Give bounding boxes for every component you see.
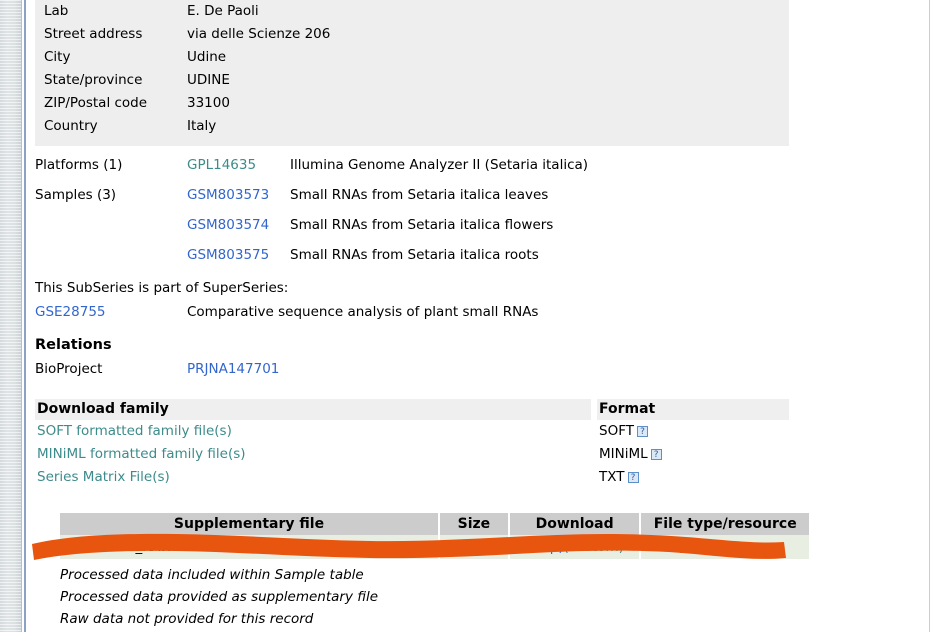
download-family-row-series-matrix: Series Matrix File(s) TXT? (35, 466, 789, 489)
relations-value-cell-bioproject: PRJNA147701 (187, 357, 279, 381)
superseries-link-gse28755[interactable]: GSE28755 (35, 304, 106, 320)
geo-series-page: Lab E. De Paoli Street address via delle… (26, 0, 929, 632)
superseries-title: Comparative sequence analysis of plant s… (187, 304, 538, 320)
superseries-intro: This SubSeries is part of SuperSeries: (35, 276, 915, 300)
download-family-section: Download family Format SOFT formatted fa… (35, 399, 789, 489)
content-right-rule (929, 0, 930, 632)
supplementary-file-type: TAR (of TXT) (641, 535, 809, 559)
sample-title-2: Small RNAs from Setaria italica flowers (290, 210, 553, 240)
sample-link-gsm803574[interactable]: GSM803574 (187, 217, 269, 233)
contact-row-street-address: Street address via delle Scienze 206 (35, 23, 789, 46)
download-family-name-cell-series-matrix: Series Matrix File(s) (35, 466, 591, 489)
download-family-name-cell-soft: SOFT formatted family file(s) (35, 420, 591, 443)
contact-row-state-province: State/province UDINE (35, 69, 789, 92)
download-family-format-header: Format (597, 399, 789, 420)
supplementary-file-size: 35.3 Mb (440, 535, 508, 559)
supplementary-file-table: Supplementary file Size Download File ty… (60, 513, 809, 559)
platform-link-gpl14635[interactable]: GPL14635 (187, 157, 256, 173)
download-family-format-cell-series-matrix: TXT? (597, 466, 789, 489)
contact-value-zip-postal-code: 33100 (187, 92, 230, 115)
samples-label-spacer-2 (35, 210, 187, 240)
column-header-supplementary-file: Supplementary file (60, 513, 438, 535)
column-header-size: Size (440, 513, 508, 535)
platforms-row: Platforms (1) GPL14635 Illumina Genome A… (35, 150, 915, 180)
samples-row-3: GSM803575 Small RNAs from Setaria italic… (35, 240, 915, 270)
browser-scroll-gutter[interactable] (0, 0, 22, 632)
contact-label-country: Country (35, 115, 187, 138)
platforms-label: Platforms (1) (35, 150, 187, 180)
sample-accession-cell-2: GSM803574 (187, 210, 290, 240)
platforms-and-samples: Platforms (1) GPL14635 Illumina Genome A… (35, 150, 915, 270)
contact-row-country: Country Italy (35, 115, 789, 138)
download-family-format-series-matrix: TXT (599, 469, 625, 485)
contact-value-state-province: UDINE (187, 69, 230, 92)
contact-row-city: City Udine (35, 46, 789, 69)
superseries-section: This SubSeries is part of SuperSeries: G… (35, 276, 915, 324)
contact-label-zip-postal-code: ZIP/Postal code (35, 92, 187, 115)
download-family-row-miniml: MINiML formatted family file(s) MINiML? (35, 443, 789, 466)
help-icon-series-matrix[interactable]: ? (628, 472, 639, 483)
download-link-custom[interactable]: (custom) (564, 539, 624, 555)
download-family-name-cell-miniml: MINiML formatted family file(s) (35, 443, 591, 466)
superseries-accession-cell: GSE28755 (35, 300, 187, 324)
contact-info-panel: Lab E. De Paoli Street address via delle… (35, 0, 789, 146)
supplementary-table-header: Supplementary file Size Download File ty… (60, 513, 809, 535)
sample-link-gsm803575[interactable]: GSM803575 (187, 247, 269, 263)
superseries-entry: GSE28755 Comparative sequence analysis of… (35, 300, 915, 324)
download-link-series-matrix[interactable]: Series Matrix File(s) (37, 469, 170, 485)
relations-label-bioproject: BioProject (35, 357, 187, 381)
gutter-texture (0, 0, 21, 632)
note-processed-in-sample-table: Processed data included within Sample ta… (60, 564, 860, 586)
data-availability-notes: Processed data included within Sample ta… (60, 564, 860, 630)
contact-value-city: Udine (187, 46, 226, 69)
column-header-download: Download (510, 513, 640, 535)
samples-row-2: GSM803574 Small RNAs from Setaria italic… (35, 210, 915, 240)
samples-row-1: Samples (3) GSM803573 Small RNAs from Se… (35, 180, 915, 210)
note-processed-supplementary-file: Processed data provided as supplementary… (60, 586, 860, 608)
samples-label-spacer-3 (35, 240, 187, 270)
sample-title-1: Small RNAs from Setaria italica leaves (290, 180, 548, 210)
contact-label-lab: Lab (35, 0, 187, 23)
sample-title-3: Small RNAs from Setaria italica roots (290, 240, 539, 270)
contact-row-zip-postal-code: ZIP/Postal code 33100 (35, 92, 789, 115)
download-family-format-soft: SOFT (599, 423, 634, 439)
supplementary-download-cell: (http)(custom) (510, 535, 640, 559)
contact-row-lab: Lab E. De Paoli (35, 0, 789, 23)
platform-accession-cell: GPL14635 (187, 150, 290, 180)
download-link-miniml[interactable]: MINiML formatted family file(s) (37, 446, 246, 462)
contact-value-street-address: via delle Scienze 206 (187, 23, 330, 46)
help-icon-soft[interactable]: ? (637, 426, 648, 437)
table-row: GSE32468_RAW.tar 35.3 Mb (http)(custom) … (60, 535, 809, 559)
help-icon-miniml[interactable]: ? (651, 449, 662, 460)
platform-title: Illumina Genome Analyzer II (Setaria ita… (290, 150, 588, 180)
sample-accession-cell-1: GSM803573 (187, 180, 290, 210)
column-header-file-type: File type/resource (641, 513, 809, 535)
relations-section: Relations BioProject PRJNA147701 (35, 333, 915, 381)
contact-value-lab: E. De Paoli (187, 0, 259, 23)
contact-label-city: City (35, 46, 187, 69)
download-link-soft[interactable]: SOFT formatted family file(s) (37, 423, 232, 439)
download-family-row-soft: SOFT formatted family file(s) SOFT? (35, 420, 789, 443)
note-raw-data-not-provided: Raw data not provided for this record (60, 608, 860, 630)
samples-label: Samples (3) (35, 180, 187, 210)
supplementary-file-name: GSE32468_RAW.tar (60, 535, 438, 559)
download-family-header-label: Download family (35, 399, 591, 420)
contact-value-country: Italy (187, 115, 216, 138)
contact-label-street-address: Street address (35, 23, 187, 46)
relations-heading: Relations (35, 333, 915, 357)
sample-link-gsm803573[interactable]: GSM803573 (187, 187, 269, 203)
download-family-header-row: Download family Format (35, 399, 789, 420)
sample-accession-cell-3: GSM803575 (187, 240, 290, 270)
contact-label-state-province: State/province (35, 69, 187, 92)
download-family-format-cell-miniml: MINiML? (597, 443, 789, 466)
relations-row-bioproject: BioProject PRJNA147701 (35, 357, 915, 381)
download-link-http[interactable]: (http) (525, 539, 563, 555)
bioproject-link-prjna147701[interactable]: PRJNA147701 (187, 361, 279, 377)
download-family-format-miniml: MINiML (599, 446, 648, 462)
download-family-format-cell-soft: SOFT? (597, 420, 789, 443)
